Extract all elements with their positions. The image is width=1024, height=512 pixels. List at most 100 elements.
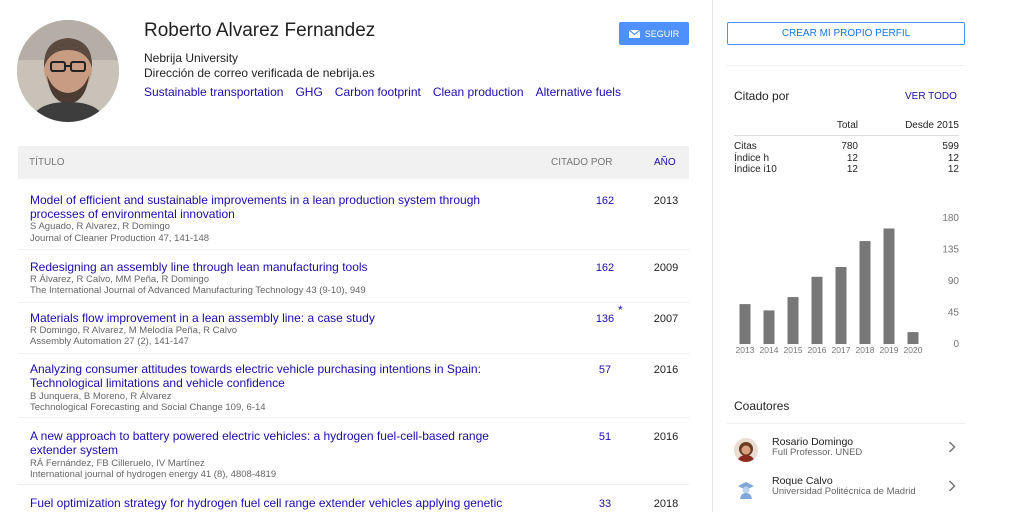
y-tick-label: 45 (948, 308, 960, 319)
stats-row: Índice i10 12 12 (734, 164, 959, 176)
chart-bar[interactable] (787, 297, 799, 344)
profile-name: Roberto Alvarez Fernandez (144, 20, 376, 41)
coauthor-affiliation: Full Professor. UNED (772, 447, 863, 458)
article-authors: RÁ Fernández, FB Cilleruelo, IV Martínez (30, 458, 205, 469)
article-cites[interactable]: 136 (578, 313, 632, 325)
x-tick-label: 2015 (784, 345, 803, 355)
table-row: Fuel optimization strategy for hydrogen … (18, 496, 689, 512)
stats-since: 12 (947, 164, 959, 175)
x-tick-label: 2018 (856, 345, 875, 355)
y-tick-label: 90 (948, 276, 960, 287)
table-row: A new approach to battery powered electr… (18, 429, 689, 485)
article-authors: R Domingo, R Alvarez, M Melodía Peña, R … (30, 325, 237, 336)
mail-icon (628, 29, 640, 38)
header-title[interactable]: TÍTULO (29, 157, 65, 168)
coauthors-heading: Coautores (734, 399, 790, 413)
y-tick-label: 180 (942, 213, 959, 224)
article-venue: Journal of Cleaner Production 47, 141-14… (30, 233, 210, 244)
chevron-right-icon[interactable] (948, 440, 956, 456)
article-year: 2013 (653, 195, 679, 207)
interest-link[interactable]: Alternative fuels (536, 85, 621, 99)
coauthor-avatar (734, 477, 758, 501)
article-year: 2016 (653, 364, 679, 376)
interest-link[interactable]: Sustainable transportation (144, 85, 283, 99)
stats-total: 12 (846, 152, 858, 164)
stats-row: Citas 780 599 (734, 141, 959, 153)
article-authors: S Aguado, R Alvarez, R Domingo (30, 221, 170, 232)
header-year[interactable]: AÑO (654, 157, 676, 168)
stats-total: 780 (841, 141, 858, 152)
cited-by-heading: Citado por (734, 89, 790, 103)
table-row: Materials flow improvement in a lean ass… (18, 303, 689, 354)
article-title[interactable]: Model of efficient and sustainable impro… (30, 193, 520, 221)
article-venue: Assembly Automation 27 (2), 141-147 (30, 336, 189, 347)
profile-email-verification: Dirección de correo verificada de nebrij… (144, 66, 375, 80)
merged-citations-star[interactable]: * (618, 303, 623, 317)
article-title[interactable]: Fuel optimization strategy for hydrogen … (30, 496, 520, 510)
article-cites[interactable]: 162 (578, 195, 632, 207)
chart-bar[interactable] (883, 228, 895, 345)
article-cites[interactable]: 162 (578, 262, 632, 274)
article-year: 2018 (653, 498, 679, 510)
stats-label[interactable]: Índice i10 (734, 164, 777, 175)
coauthor-avatar (734, 438, 758, 462)
article-year: 2007 (653, 313, 679, 325)
x-tick-label: 2014 (760, 345, 779, 355)
interest-link[interactable]: Clean production (433, 85, 524, 99)
interest-link[interactable]: GHG (295, 85, 322, 99)
stats-label: Citas (734, 141, 757, 152)
y-tick-label: 0 (953, 339, 959, 350)
stats-col-total: Total (836, 120, 858, 131)
table-row: Analyzing consumer attitudes towards ele… (18, 362, 689, 418)
article-authors: R Álvarez, R Calvo, MM Peña, R Domingo (30, 274, 209, 285)
coauthor-item[interactable]: Rosario Domingo Full Professor. UNED (734, 436, 964, 466)
follow-label: SEGUIR (644, 28, 680, 39)
interest-link[interactable]: Carbon footprint (335, 85, 421, 99)
article-cites[interactable]: 51 (578, 431, 632, 443)
stats-label[interactable]: Índice h (734, 153, 769, 164)
divider (727, 423, 965, 424)
chart-bar[interactable] (835, 267, 847, 344)
stats-col-since[interactable]: Desde 2015 (905, 120, 959, 131)
view-all-link[interactable]: VER TODO (905, 91, 957, 102)
article-venue: The International Journal of Advanced Ma… (30, 285, 366, 296)
chart-bar[interactable] (907, 332, 919, 344)
x-tick-label: 2020 (904, 345, 923, 355)
research-interests: Sustainable transportation GHG Carbon fo… (144, 85, 621, 99)
citations-bar-chart: 180 135 90 45 0 2013 2014 2015 2016 2017 2018 2019 2… (736, 213, 960, 355)
profile-affiliation[interactable]: Nebrija University (144, 51, 238, 65)
article-title[interactable]: Analyzing consumer attitudes towards ele… (30, 362, 520, 390)
article-authors: B Junquera, B Moreno, R Álvarez (30, 391, 172, 402)
header-cited-by[interactable]: CITADO POR (551, 157, 612, 168)
citation-stats-table: Total Desde 2015 Citas 780 599 Índice h … (734, 116, 959, 176)
divider (727, 65, 965, 66)
article-year: 2009 (653, 262, 679, 274)
table-row: Model of efficient and sustainable impro… (18, 193, 689, 250)
chart-bar[interactable] (763, 310, 775, 344)
coauthor-item[interactable]: Roque Calvo Universidad Politécnica de M… (734, 475, 964, 505)
table-row: Redesigning an assembly line through lea… (18, 260, 689, 303)
column-divider (712, 0, 713, 512)
x-tick-label: 2016 (808, 345, 827, 355)
create-profile-button[interactable]: CREAR MI PROPIO PERFIL (727, 22, 965, 45)
article-cites[interactable]: 33 (578, 498, 632, 510)
article-title[interactable]: A new approach to battery powered electr… (30, 429, 520, 457)
article-venue: International journal of hydrogen energy… (30, 469, 277, 480)
articles-table-header: TÍTULO CITADO POR AÑO (18, 146, 689, 179)
stats-since: 599 (942, 141, 959, 152)
stats-total: 12 (846, 164, 858, 175)
x-tick-label: 2017 (832, 345, 851, 355)
stats-row: Índice h 12 12 (734, 153, 959, 165)
chevron-right-icon[interactable] (948, 479, 956, 495)
follow-button[interactable]: SEGUIR (619, 22, 689, 45)
chart-bar[interactable] (739, 304, 751, 344)
article-venue: Technological Forecasting and Social Cha… (30, 402, 266, 413)
chart-bar[interactable] (859, 241, 871, 344)
x-tick-label: 2019 (880, 345, 899, 355)
article-cites[interactable]: 57 (578, 364, 632, 376)
x-tick-label: 2013 (736, 345, 755, 355)
article-title[interactable]: Materials flow improvement in a lean ass… (30, 311, 520, 325)
article-title[interactable]: Redesigning an assembly line through lea… (30, 260, 520, 274)
stats-since: 12 (947, 152, 959, 164)
chart-bar[interactable] (811, 276, 823, 344)
